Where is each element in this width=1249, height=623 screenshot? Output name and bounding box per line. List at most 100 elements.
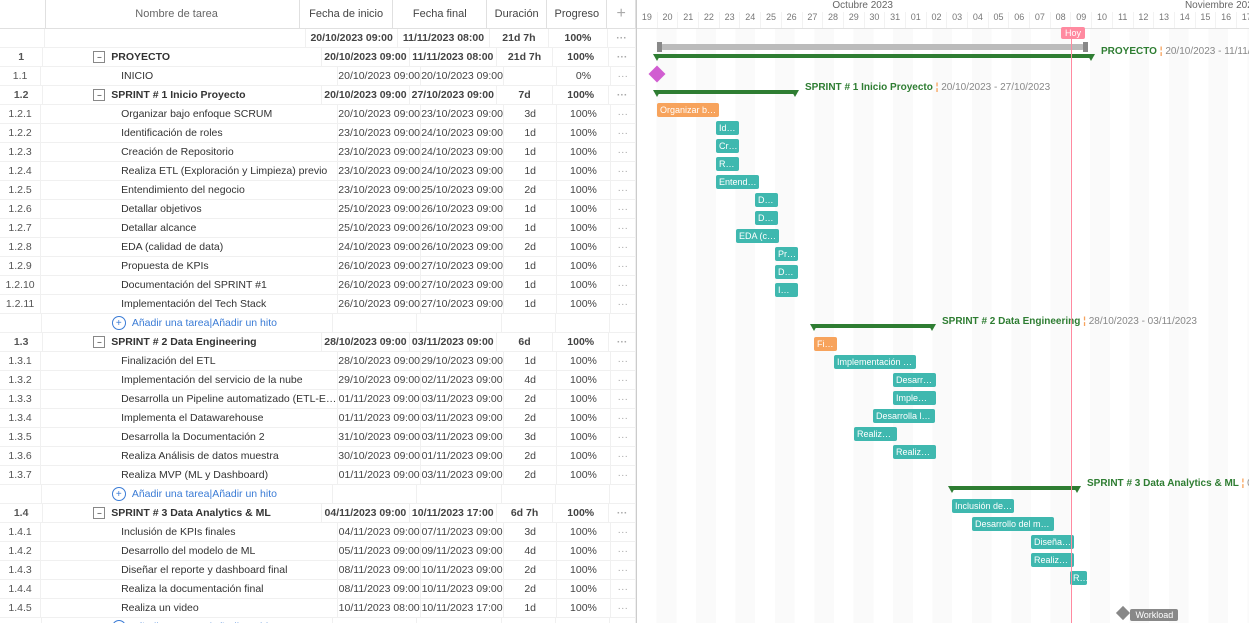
task-name[interactable]: Implementación del servicio de la nube	[41, 371, 338, 389]
task-actions[interactable]: ···	[609, 86, 636, 104]
task-end[interactable]: 23/10/2023 09:00	[421, 105, 504, 123]
task-actions[interactable]: ···	[611, 466, 636, 484]
task-name[interactable]: Realiza ETL (Exploración y Limpieza) pre…	[41, 162, 338, 180]
task-row[interactable]: 1.2.3Creación de Repositorio23/10/2023 0…	[0, 143, 636, 162]
task-bar[interactable]: Imple…	[893, 391, 936, 405]
task-end[interactable]: 20/10/2023 09:00	[421, 67, 504, 85]
task-name[interactable]: Realiza MVP (ML y Dashboard)	[41, 466, 338, 484]
task-name[interactable]: Realiza un video	[41, 599, 338, 617]
task-actions[interactable]: ···	[609, 504, 636, 522]
task-start[interactable]: 26/10/2023 09:00	[338, 257, 421, 275]
task-end[interactable]: 03/11/2023 09:00	[421, 390, 504, 408]
add-task-link[interactable]: Añadir una tarea	[132, 488, 210, 500]
task-bar[interactable]: Realiz…	[1031, 553, 1074, 567]
task-row[interactable]: 1.3.3Desarrolla un Pipeline automatizado…	[0, 390, 636, 409]
task-start[interactable]: 20/10/2023 09:00	[322, 48, 409, 66]
task-bar[interactable]: Desarrollo del m…	[972, 517, 1054, 531]
task-start[interactable]: 08/11/2023 09:00	[338, 580, 421, 598]
task-start[interactable]: 01/11/2023 09:00	[338, 409, 421, 427]
add-row[interactable]: +Añadir una tarea | Añadir un hito	[0, 485, 636, 504]
task-actions[interactable]: ···	[609, 333, 636, 351]
task-name[interactable]: Detallar alcance	[41, 219, 338, 237]
task-name[interactable]	[45, 29, 306, 47]
task-row[interactable]: 1.3.4Implementa el Datawarehouse01/11/20…	[0, 409, 636, 428]
task-actions[interactable]: ···	[611, 67, 636, 85]
task-start[interactable]: 05/11/2023 09:00	[338, 542, 421, 560]
task-name[interactable]: Realiza la documentación final	[41, 580, 338, 598]
task-actions[interactable]: ···	[611, 143, 636, 161]
task-end[interactable]: 02/11/2023 09:00	[421, 371, 504, 389]
task-row[interactable]: 1.4.4Realiza la documentación final08/11…	[0, 580, 636, 599]
task-bar[interactable]: Desarrolla l…	[873, 409, 935, 423]
task-bar[interactable]: R…	[1070, 571, 1087, 585]
summary-bar[interactable]	[657, 90, 795, 94]
task-row[interactable]: 1.2.5Entendimiento del negocio23/10/2023…	[0, 181, 636, 200]
add-row[interactable]: +Añadir una tarea | Añadir un hito	[0, 618, 636, 623]
task-row[interactable]: 1.3.5Desarrolla la Documentación 231/10/…	[0, 428, 636, 447]
task-end[interactable]: 10/11/2023 17:00	[410, 504, 497, 522]
task-actions[interactable]: ···	[611, 105, 636, 123]
task-name[interactable]: Organizar bajo enfoque SCRUM	[41, 105, 338, 123]
task-bar[interactable]: EDA (c…	[736, 229, 779, 243]
task-bar[interactable]: Diseña…	[1031, 535, 1074, 549]
task-name[interactable]: Identificación de roles	[41, 124, 338, 142]
task-bar[interactable]: Organizar b…	[657, 103, 719, 117]
task-name[interactable]: INICIO	[41, 67, 338, 85]
task-start[interactable]: 04/11/2023 09:00	[338, 523, 421, 541]
col-progress[interactable]: Progreso	[547, 0, 607, 28]
task-bar[interactable]: Inclusión de…	[952, 499, 1014, 513]
col-duration[interactable]: Duración	[487, 0, 547, 28]
task-bar[interactable]: D…	[775, 265, 798, 279]
task-start[interactable]: 28/10/2023 09:00	[322, 333, 409, 351]
task-row[interactable]: 1.2.4Realiza ETL (Exploración y Limpieza…	[0, 162, 636, 181]
task-actions[interactable]: ···	[611, 447, 636, 465]
task-row[interactable]: 1.2.11Implementación del Tech Stack26/10…	[0, 295, 636, 314]
col-start[interactable]: Fecha de inicio	[300, 0, 394, 28]
task-name[interactable]: Documentación del SPRINT #1	[41, 276, 338, 294]
task-end[interactable]: 26/10/2023 09:00	[421, 238, 504, 256]
task-actions[interactable]: ···	[611, 200, 636, 218]
task-start[interactable]: 20/10/2023 09:00	[322, 86, 409, 104]
timeline-scroll-slider[interactable]	[660, 44, 1085, 50]
col-end[interactable]: Fecha final	[393, 0, 487, 28]
task-end[interactable]: 03/11/2023 09:00	[421, 428, 504, 446]
task-end[interactable]: 11/11/2023 08:00	[410, 48, 497, 66]
task-end[interactable]: 09/11/2023 09:00	[421, 542, 504, 560]
gantt-body[interactable]: Hoy Workload PROYECTO ¦ 20/10/2023 - 11/…	[637, 29, 1249, 623]
task-start[interactable]: 26/10/2023 09:00	[338, 276, 421, 294]
task-name[interactable]: Inclusión de KPIs finales	[41, 523, 338, 541]
task-end[interactable]: 10/11/2023 17:00	[421, 599, 504, 617]
milestone-icon[interactable]	[649, 66, 666, 83]
task-name[interactable]: Finalización del ETL	[41, 352, 338, 370]
task-name[interactable]: Entendimiento del negocio	[41, 181, 338, 199]
collapse-icon[interactable]: −	[93, 507, 105, 519]
task-name[interactable]: Desarrollo del modelo de ML	[41, 542, 338, 560]
task-actions[interactable]: ···	[611, 276, 636, 294]
task-actions[interactable]: ···	[611, 295, 636, 313]
task-name[interactable]: Detallar objetivos	[41, 200, 338, 218]
grid-body[interactable]: 20/10/2023 09:0011/11/2023 08:0021d 7h10…	[0, 29, 636, 623]
task-actions[interactable]: ···	[611, 542, 636, 560]
task-start[interactable]: 04/11/2023 09:00	[322, 504, 409, 522]
task-end[interactable]: 01/11/2023 09:00	[421, 447, 504, 465]
task-end[interactable]: 03/11/2023 09:00	[421, 409, 504, 427]
task-end[interactable]: 10/11/2023 09:00	[421, 561, 504, 579]
plus-icon[interactable]: +	[112, 487, 126, 501]
task-end[interactable]: 24/10/2023 09:00	[421, 162, 504, 180]
task-bar[interactable]: Implementación …	[834, 355, 916, 369]
task-end[interactable]: 07/11/2023 09:00	[421, 523, 504, 541]
task-name[interactable]: −SPRINT # 2 Data Engineering	[43, 333, 322, 351]
task-row[interactable]: 1.2.7Detallar alcance25/10/2023 09:0026/…	[0, 219, 636, 238]
task-row[interactable]: 1.3−SPRINT # 2 Data Engineering28/10/202…	[0, 333, 636, 352]
summary-bar[interactable]	[814, 324, 932, 328]
task-name[interactable]: Diseñar el reporte y dashboard final	[41, 561, 338, 579]
add-milestone-link[interactable]: Añadir un hito	[212, 488, 277, 500]
task-start[interactable]: 23/10/2023 09:00	[338, 124, 421, 142]
task-name[interactable]: Implementación del Tech Stack	[41, 295, 338, 313]
task-name[interactable]: Implementa el Datawarehouse	[41, 409, 338, 427]
task-actions[interactable]: ···	[611, 352, 636, 370]
task-actions[interactable]: ···	[611, 428, 636, 446]
task-start[interactable]: 20/10/2023 09:00	[338, 105, 421, 123]
task-actions[interactable]: ···	[611, 561, 636, 579]
task-row[interactable]: 1.4.2Desarrollo del modelo de ML05/11/20…	[0, 542, 636, 561]
